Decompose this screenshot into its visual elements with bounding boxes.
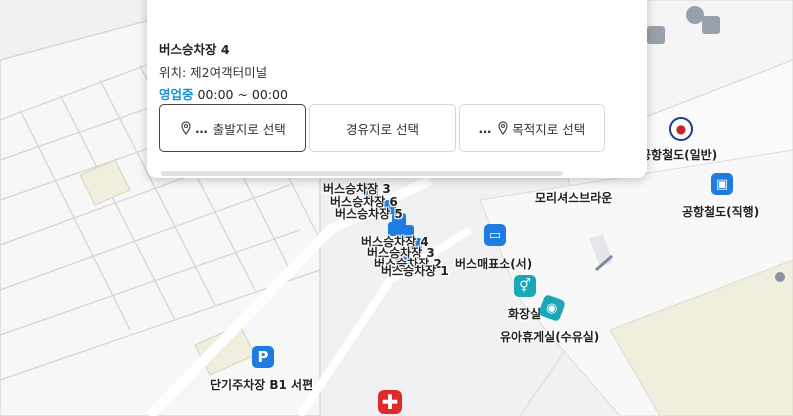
ellipsis-icon: … bbox=[478, 120, 492, 136]
horizontal-scrollbar[interactable] bbox=[161, 171, 563, 176]
pin-icon bbox=[179, 121, 193, 135]
label-parking[interactable]: 단기주차장 B1 서편 bbox=[210, 376, 313, 393]
place-title: 버스승차장 4 bbox=[159, 42, 230, 57]
restroom-icon[interactable]: ⚥ bbox=[514, 275, 536, 297]
label-nursing-room[interactable]: 유아휴게실(수유실) bbox=[500, 328, 599, 345]
label-railroad-general[interactable]: 공항철도(일반) bbox=[640, 146, 717, 163]
pin-icon bbox=[496, 121, 510, 135]
label-restroom[interactable]: 화장실 bbox=[508, 305, 541, 322]
set-waypoint-button[interactable]: 경유지로 선택 bbox=[309, 104, 456, 152]
label-railroad-express[interactable]: 공항철도(직행) bbox=[682, 203, 759, 220]
place-location: 위치: 제2여객터미널 bbox=[159, 65, 268, 80]
place-info-popup: 버스승차장 4 위치: 제2여객터미널 영업중 00:00 ~ 00:00 … … bbox=[147, 0, 647, 178]
set-waypoint-label: 경유지로 선택 bbox=[346, 121, 419, 137]
info-icon[interactable] bbox=[702, 16, 720, 34]
label-bus-stop-1[interactable]: 버스승차장 1 bbox=[381, 262, 449, 279]
hours-value: 00:00 ~ 00:00 bbox=[193, 87, 288, 102]
set-origin-button[interactable]: … 출발지로 선택 bbox=[159, 104, 306, 152]
set-destination-label: 목적지로 선택 bbox=[512, 121, 586, 137]
info-icon[interactable] bbox=[686, 6, 704, 24]
government-emblem-icon[interactable]: ● bbox=[669, 117, 693, 141]
bus-ticket-icon[interactable]: ▭ bbox=[484, 224, 506, 246]
label-ticket-office[interactable]: 버스매표소(서) bbox=[455, 255, 532, 272]
restroom-icon[interactable] bbox=[775, 272, 785, 282]
label-cafe[interactable]: 모리셔스브라운 bbox=[535, 189, 612, 206]
place-hours: 영업중 00:00 ~ 00:00 bbox=[159, 84, 288, 103]
set-origin-label: 출발지로 선택 bbox=[212, 121, 286, 137]
medical-icon[interactable]: ✚ bbox=[378, 390, 402, 414]
label-bus-stop-5[interactable]: 버스승차장 5 bbox=[335, 205, 403, 222]
set-destination-button[interactable]: … 목적지로 선택 bbox=[459, 104, 605, 152]
parking-icon[interactable]: P bbox=[252, 346, 274, 368]
ellipsis-icon: … bbox=[195, 120, 208, 136]
info-icon[interactable] bbox=[647, 26, 665, 44]
train-icon[interactable]: ▣ bbox=[711, 173, 733, 195]
open-status: 영업중 bbox=[159, 87, 194, 102]
